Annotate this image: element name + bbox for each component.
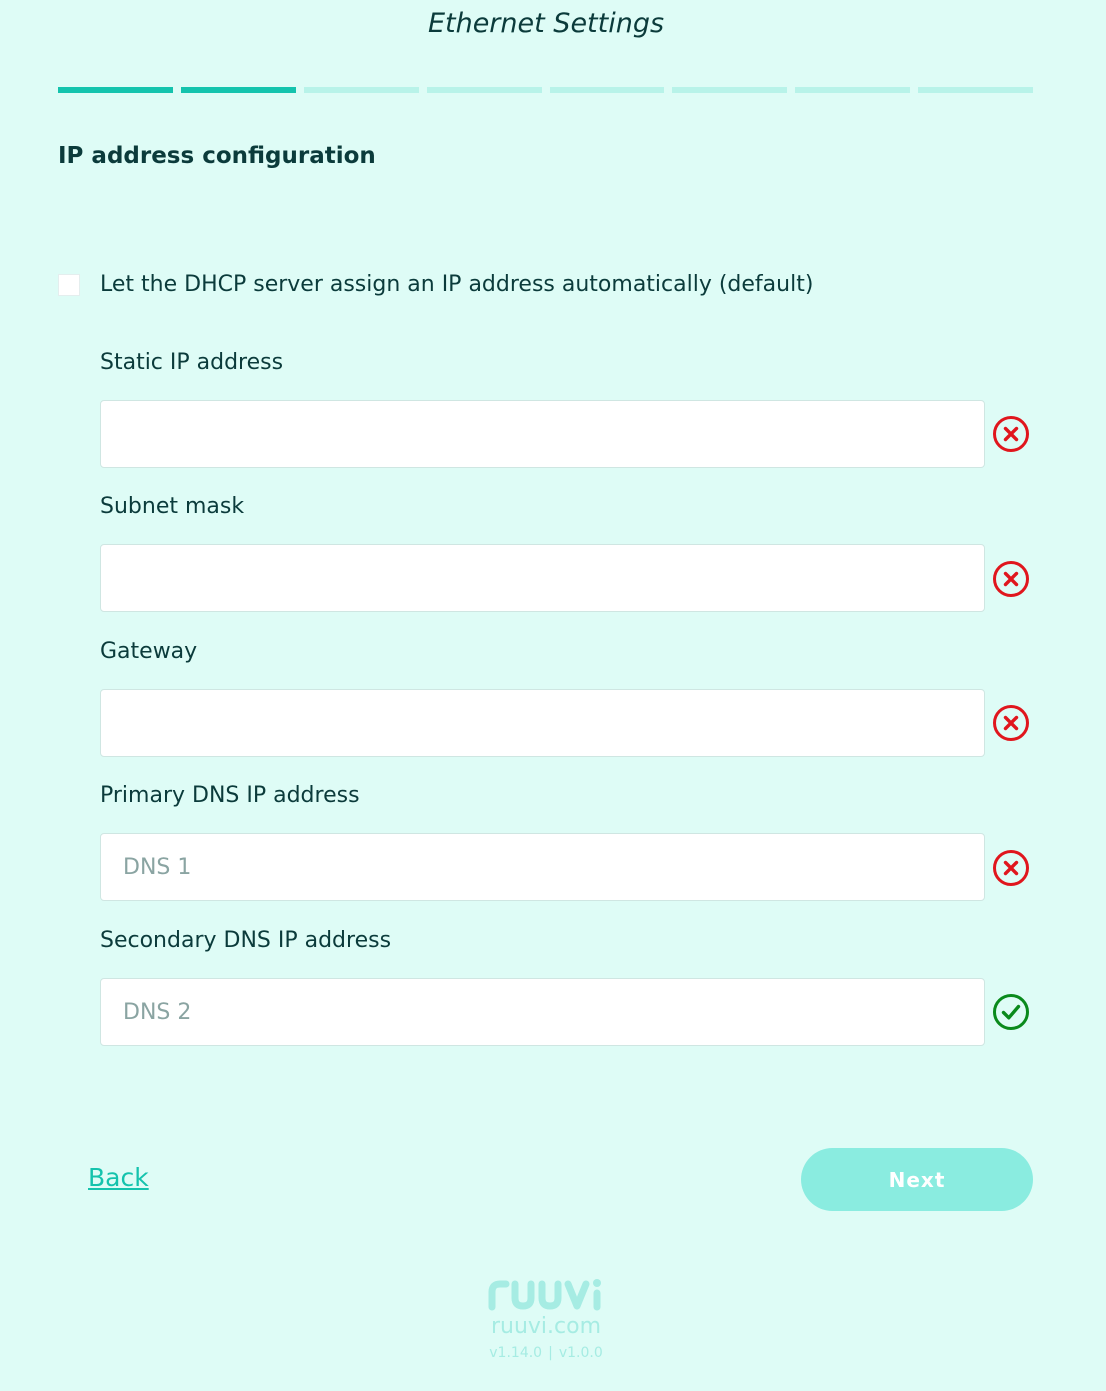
version-separator: | <box>548 1345 553 1361</box>
invalid-icon <box>993 705 1029 741</box>
firmware-version: v1.14.0 <box>489 1345 543 1361</box>
secondary-dns-input[interactable] <box>100 978 985 1046</box>
progress-step <box>58 87 173 93</box>
progress-step <box>180 87 296 93</box>
progress-step <box>918 87 1033 93</box>
valid-check-icon <box>993 994 1029 1030</box>
ruuvi-logo: ruuvi <box>488 1279 601 1311</box>
invalid-icon <box>993 561 1029 597</box>
progress-step <box>426 87 542 93</box>
website-link[interactable]: ruuvi.com <box>0 1314 1092 1339</box>
primary-dns-label: Primary DNS IP address <box>100 783 360 808</box>
static-ip-label: Static IP address <box>100 350 284 375</box>
dhcp-checkbox[interactable] <box>58 273 80 296</box>
subnet-mask-label: Subnet mask <box>100 494 245 519</box>
gateway-input[interactable] <box>100 689 985 757</box>
secondary-dns-label: Secondary DNS IP address <box>100 928 392 953</box>
dhcp-label: Let the DHCP server assign an IP address… <box>100 272 814 297</box>
dhcp-option: Let the DHCP server assign an IP address… <box>58 272 813 297</box>
footer: ruuvi ruuvi.com v1.14.0 | v1.0.0 <box>0 1276 1092 1361</box>
static-ip-input[interactable] <box>100 400 985 468</box>
progress-bar <box>58 87 1033 93</box>
progress-step <box>303 87 419 93</box>
page-title: Ethernet Settings <box>427 8 665 39</box>
section-title: IP address configuration <box>58 143 376 169</box>
invalid-icon <box>993 850 1029 886</box>
progress-step <box>549 87 665 93</box>
version-info: v1.14.0 | v1.0.0 <box>0 1345 1092 1361</box>
subnet-mask-input[interactable] <box>100 544 985 612</box>
next-button[interactable]: Next <box>801 1148 1033 1211</box>
primary-dns-input[interactable] <box>100 833 985 901</box>
gateway-label: Gateway <box>100 639 198 664</box>
invalid-icon <box>993 416 1029 452</box>
back-link[interactable]: Back <box>88 1163 149 1192</box>
progress-step <box>795 87 911 93</box>
progress-step <box>672 87 788 93</box>
ui-version: v1.0.0 <box>558 1345 603 1361</box>
